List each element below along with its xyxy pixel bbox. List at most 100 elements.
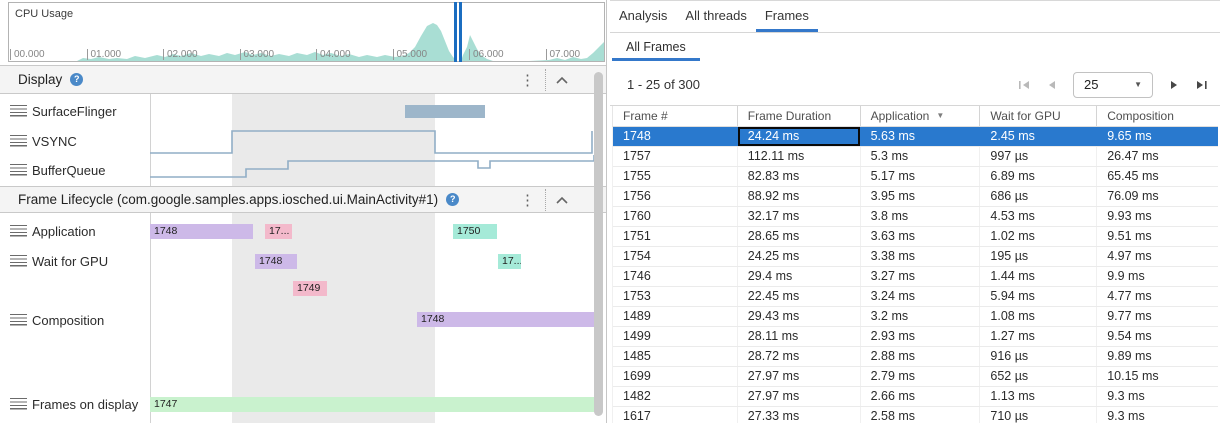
cell[interactable]: 1.44 ms xyxy=(980,267,1097,286)
cell[interactable]: 1489 xyxy=(613,307,738,326)
cell[interactable]: 1.08 ms xyxy=(980,307,1097,326)
last-page-button[interactable] xyxy=(1195,79,1208,91)
table-row[interactable]: 161727.33 ms2.58 ms710 µs9.3 ms xyxy=(613,407,1218,423)
previous-page-button[interactable] xyxy=(1047,79,1057,91)
table-row[interactable]: 175424.25 ms3.38 ms195 µs4.97 ms xyxy=(613,247,1218,267)
frame-bar-wait-for-gpu[interactable]: 1749 xyxy=(293,281,327,296)
cell[interactable]: 2.45 ms xyxy=(980,127,1097,146)
cell[interactable]: 3.2 ms xyxy=(861,307,981,326)
cell[interactable]: 28.11 ms xyxy=(738,327,861,346)
table-row[interactable]: 1757112.11 ms5.3 ms997 µs26.47 ms xyxy=(613,147,1218,167)
cell[interactable]: 3.24 ms xyxy=(861,287,981,306)
cell[interactable]: 652 µs xyxy=(980,367,1097,386)
cell[interactable]: 1.27 ms xyxy=(980,327,1097,346)
cell[interactable]: 3.27 ms xyxy=(861,267,981,286)
cell[interactable]: 112.11 ms xyxy=(738,147,861,166)
cell[interactable]: 29.4 ms xyxy=(738,267,861,286)
cell[interactable]: 2.93 ms xyxy=(861,327,981,346)
cell[interactable]: 1699 xyxy=(613,367,738,386)
cell[interactable]: 1617 xyxy=(613,407,738,423)
cell[interactable]: 9.51 ms xyxy=(1097,227,1218,246)
cell[interactable]: 1751 xyxy=(613,227,738,246)
cell[interactable]: 1755 xyxy=(613,167,738,186)
cell[interactable]: 28.72 ms xyxy=(738,347,861,366)
cell[interactable]: 27.33 ms xyxy=(738,407,861,423)
kebab-menu-icon[interactable]: ⋮ xyxy=(520,71,535,89)
frame-bar-application[interactable]: 1748 xyxy=(150,224,253,239)
column-header-frame[interactable]: Frame # xyxy=(613,106,738,126)
cell[interactable]: 710 µs xyxy=(980,407,1097,423)
cell[interactable]: 1499 xyxy=(613,327,738,346)
collapse-chevron-icon[interactable] xyxy=(556,196,568,204)
cell[interactable]: 4.53 ms xyxy=(980,207,1097,226)
cell[interactable]: 1756 xyxy=(613,187,738,206)
help-icon[interactable]: ? xyxy=(70,73,83,86)
cell[interactable]: 686 µs xyxy=(980,187,1097,206)
cell[interactable]: 3.63 ms xyxy=(861,227,981,246)
cell[interactable]: 24.25 ms xyxy=(738,247,861,266)
cell[interactable]: 9.3 ms xyxy=(1097,407,1218,423)
scrollbar-thumb[interactable] xyxy=(594,72,603,416)
cell[interactable]: 29.43 ms xyxy=(738,307,861,326)
cell[interactable]: 88.92 ms xyxy=(738,187,861,206)
tab-all-threads[interactable]: All threads xyxy=(676,1,755,32)
cell[interactable]: 28.65 ms xyxy=(738,227,861,246)
cell[interactable]: 3.95 ms xyxy=(861,187,981,206)
cell[interactable]: 997 µs xyxy=(980,147,1097,166)
cell[interactable]: 5.3 ms xyxy=(861,147,981,166)
tab-all-frames[interactable]: All Frames xyxy=(612,33,700,61)
cell[interactable]: 1.02 ms xyxy=(980,227,1097,246)
cell[interactable]: 9.65 ms xyxy=(1097,127,1218,146)
table-row[interactable]: 174629.4 ms3.27 ms1.44 ms9.9 ms xyxy=(613,267,1218,287)
cell[interactable]: 9.54 ms xyxy=(1097,327,1218,346)
cell[interactable]: 27.97 ms xyxy=(738,387,861,406)
first-page-button[interactable] xyxy=(1018,79,1031,91)
table-row[interactable]: 175688.92 ms3.95 ms686 µs76.09 ms xyxy=(613,187,1218,207)
selection-range-marker[interactable] xyxy=(459,2,462,62)
frame-bar-application[interactable]: 17... xyxy=(265,224,292,239)
cell[interactable]: 9.89 ms xyxy=(1097,347,1218,366)
cell[interactable]: 10.15 ms xyxy=(1097,367,1218,386)
cell[interactable]: 5.17 ms xyxy=(861,167,981,186)
table-row[interactable]: 174824.24 ms5.63 ms2.45 ms9.65 ms xyxy=(613,127,1218,147)
cell[interactable]: 1754 xyxy=(613,247,738,266)
cell[interactable]: 24.24 ms xyxy=(738,127,861,146)
kebab-menu-icon[interactable]: ⋮ xyxy=(520,191,535,209)
table-row[interactable]: 148227.97 ms2.66 ms1.13 ms9.3 ms xyxy=(613,387,1218,407)
selection-range-marker[interactable] xyxy=(454,2,457,62)
frame-bar-wait-for-gpu[interactable]: 17... xyxy=(498,254,521,269)
frame-bar-frames-on-display[interactable]: 1747 xyxy=(150,397,594,412)
tab-analysis[interactable]: Analysis xyxy=(610,1,676,32)
drag-handle-icon[interactable] xyxy=(10,398,27,410)
table-row[interactable]: 175322.45 ms3.24 ms5.94 ms4.77 ms xyxy=(613,287,1218,307)
cell[interactable]: 9.9 ms xyxy=(1097,267,1218,286)
cell[interactable]: 3.38 ms xyxy=(861,247,981,266)
cell[interactable]: 1757 xyxy=(613,147,738,166)
cell[interactable]: 2.88 ms xyxy=(861,347,981,366)
table-row[interactable]: 148528.72 ms2.88 ms916 µs9.89 ms xyxy=(613,347,1218,367)
drag-handle-icon[interactable] xyxy=(10,225,27,237)
cell[interactable]: 5.94 ms xyxy=(980,287,1097,306)
cell[interactable]: 1482 xyxy=(613,387,738,406)
next-page-button[interactable] xyxy=(1169,79,1179,91)
table-row[interactable]: 148929.43 ms3.2 ms1.08 ms9.77 ms xyxy=(613,307,1218,327)
cell[interactable]: 2.58 ms xyxy=(861,407,981,423)
column-header-wait-for-gpu[interactable]: Wait for GPU xyxy=(980,106,1097,126)
cell[interactable]: 1485 xyxy=(613,347,738,366)
panel-divider[interactable] xyxy=(606,0,607,423)
cell[interactable]: 32.17 ms xyxy=(738,207,861,226)
drag-handle-icon[interactable] xyxy=(10,164,27,176)
table-row[interactable]: 149928.11 ms2.93 ms1.27 ms9.54 ms xyxy=(613,327,1218,347)
drag-handle-icon[interactable] xyxy=(10,255,27,267)
cell[interactable]: 2.66 ms xyxy=(861,387,981,406)
cell[interactable]: 916 µs xyxy=(980,347,1097,366)
drag-handle-icon[interactable] xyxy=(10,135,27,147)
cell[interactable]: 1753 xyxy=(613,287,738,306)
column-header-application[interactable]: Application▼ xyxy=(861,106,981,126)
drag-handle-icon[interactable] xyxy=(10,314,27,326)
tab-frames[interactable]: Frames xyxy=(756,1,818,32)
collapse-chevron-icon[interactable] xyxy=(556,76,568,84)
cell[interactable]: 26.47 ms xyxy=(1097,147,1218,166)
cell[interactable]: 76.09 ms xyxy=(1097,187,1218,206)
cell[interactable]: 9.93 ms xyxy=(1097,207,1218,226)
